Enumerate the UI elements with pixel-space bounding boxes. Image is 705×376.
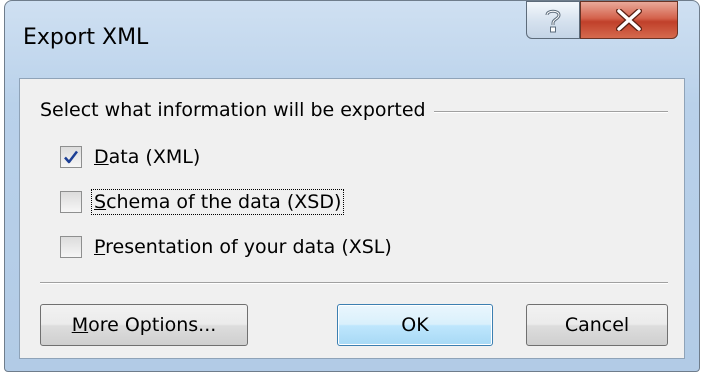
presentation-xsl-label-rest: resentation of your data (XSL) bbox=[105, 236, 392, 258]
accesskey-s: S bbox=[94, 191, 107, 213]
close-button[interactable] bbox=[580, 1, 678, 39]
help-question-icon bbox=[545, 9, 561, 33]
dialog-body: Select what information will be exported… bbox=[19, 78, 685, 359]
option-presentation-xsl[interactable]: Presentation of your data (XSL) bbox=[60, 233, 394, 261]
checkmark-icon bbox=[64, 150, 78, 164]
schema-xsd-label-rest: chema of the data (XSD) bbox=[106, 191, 342, 213]
option-data-xml[interactable]: Data (XML) bbox=[60, 143, 202, 171]
help-button[interactable] bbox=[526, 1, 580, 39]
close-x-icon bbox=[616, 9, 642, 31]
accesskey-d: D bbox=[94, 146, 109, 168]
export-xml-dialog: Export XML Select what information will … bbox=[4, 0, 700, 372]
data-xml-label-rest: ata (XML) bbox=[108, 146, 201, 168]
button-separator bbox=[40, 282, 668, 284]
presentation-xsl-label[interactable]: Presentation of your data (XSL) bbox=[92, 235, 394, 259]
schema-xsd-checkbox[interactable] bbox=[60, 191, 82, 213]
presentation-xsl-checkbox[interactable] bbox=[60, 236, 82, 258]
data-xml-checkbox[interactable] bbox=[60, 146, 82, 168]
data-xml-label[interactable]: Data (XML) bbox=[92, 145, 202, 169]
schema-xsd-label[interactable]: Schema of the data (XSD) bbox=[90, 189, 345, 215]
cancel-button[interactable]: Cancel bbox=[526, 304, 668, 346]
accesskey-m: M bbox=[71, 314, 89, 336]
option-schema-xsd[interactable]: Schema of the data (XSD) bbox=[60, 188, 345, 216]
accesskey-p: P bbox=[94, 236, 106, 258]
more-options-button[interactable]: More Options... bbox=[40, 304, 248, 346]
dialog-title: Export XML bbox=[23, 25, 149, 50]
ok-button[interactable]: OK bbox=[337, 304, 493, 346]
export-options-group-label: Select what information will be exported bbox=[40, 99, 434, 121]
more-options-label-rest: ore Options... bbox=[88, 314, 217, 336]
